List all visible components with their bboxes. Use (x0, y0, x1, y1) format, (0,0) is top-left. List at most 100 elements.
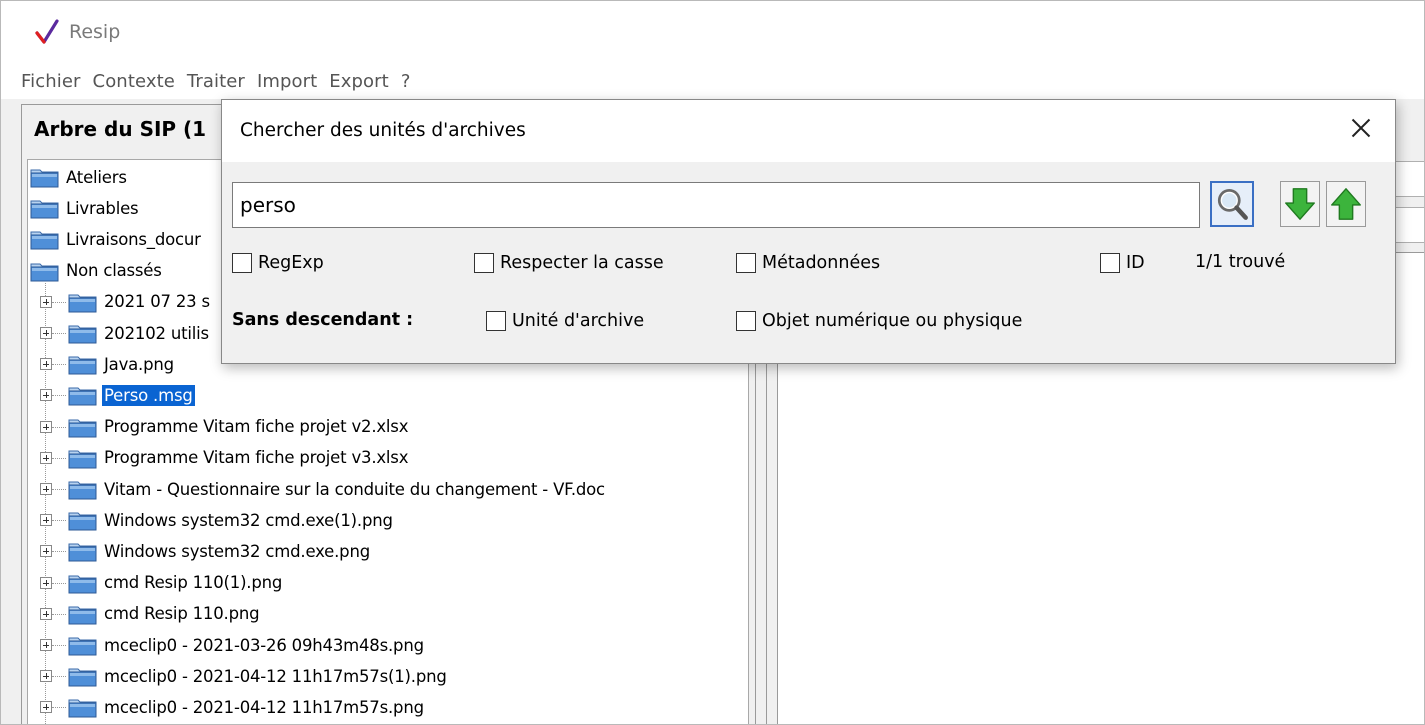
menu-bar: Fichier Contexte Traiter Import Export ? (1, 63, 1424, 99)
app-title: Resip (69, 21, 121, 43)
regexp-label: RegExp (258, 253, 324, 273)
metadata-checkbox[interactable]: Métadonnées (736, 250, 880, 276)
tree-guide-line (52, 457, 66, 459)
tree-item[interactable]: cmd Resip 110(1).png (40, 568, 284, 598)
folder-icon (68, 478, 98, 500)
folder-icon (68, 291, 98, 313)
tree-guide-line (52, 364, 66, 366)
no-descendant-object-checkbox[interactable]: Objet numérique ou physique (736, 308, 1022, 334)
tree-guide-line (52, 301, 66, 303)
tree-item-label: Windows system32 cmd.exe(1).png (104, 510, 393, 530)
folder-icon (68, 384, 98, 406)
tree-item[interactable]: Windows system32 cmd.exe.png (40, 536, 372, 566)
next-result-button[interactable] (1280, 181, 1320, 227)
id-checkbox[interactable]: ID (1100, 250, 1145, 276)
expand-icon[interactable] (40, 451, 52, 464)
folder-icon (30, 228, 60, 250)
checkbox-box[interactable] (474, 253, 494, 273)
tree-item[interactable]: Windows system32 cmd.exe(1).png (40, 505, 395, 535)
expand-icon[interactable] (40, 327, 52, 339)
tree-item-label: 2021 07 23 s (104, 292, 210, 312)
expand-icon[interactable] (40, 358, 52, 371)
app-window: Resip Fichier Contexte Traiter Import Ex… (0, 0, 1425, 725)
tree-item[interactable]: mceclip0 - 2021-03-26 09h43m48s.png (40, 630, 426, 660)
folder-icon (68, 447, 98, 469)
checkbox-box[interactable] (736, 253, 756, 273)
expand-icon[interactable] (40, 545, 52, 558)
tree-item[interactable]: Vitam - Questionnaire sur la conduite du… (40, 474, 607, 504)
tree-item-label: cmd Resip 110.png (104, 604, 260, 624)
expand-icon[interactable] (40, 514, 52, 527)
tree-item[interactable]: Perso .msg (40, 380, 195, 410)
folder-icon (68, 696, 98, 718)
expand-icon[interactable] (40, 701, 52, 714)
checkbox-box[interactable] (486, 311, 506, 331)
tree-item-label: Livrables (66, 198, 139, 218)
arrow-down-icon (1285, 188, 1315, 220)
no-descendant-unit-label: Unité d'archive (512, 311, 645, 331)
tree-item-label: Perso .msg (102, 384, 195, 406)
tree-guide-line (52, 333, 66, 334)
tree-item[interactable]: Livrables (30, 193, 140, 223)
tree-item[interactable]: Ateliers (30, 162, 129, 192)
tree-item[interactable]: Programme Vitam fiche projet v3.xlsx (40, 443, 410, 473)
tree-item[interactable]: mceclip0 - 2021-04-12 11h17m57s(1).png (40, 661, 449, 691)
folder-icon (68, 353, 98, 375)
menu-item-contexte[interactable]: Contexte (93, 71, 175, 92)
tree-item-label: mceclip0 - 2021-04-12 11h17m57s.png (104, 697, 424, 717)
menu-item-traiter[interactable]: Traiter (187, 71, 245, 92)
id-label: ID (1126, 253, 1145, 273)
tree-guide-line (52, 582, 66, 584)
tree-item[interactable]: Non classés (30, 256, 164, 286)
title-bar: Resip (1, 1, 1424, 63)
tree-item-label: Java.png (104, 354, 174, 374)
tree-guide-line (52, 426, 66, 428)
expand-icon[interactable] (40, 295, 52, 308)
tree-item-label: Ateliers (66, 167, 127, 187)
checkbox-box[interactable] (232, 253, 252, 273)
tree-item-label: Programme Vitam fiche projet v3.xlsx (104, 448, 409, 468)
dialog-title: Chercher des unités d'archives (240, 120, 526, 141)
regexp-checkbox[interactable]: RegExp (232, 250, 324, 276)
folder-icon (68, 509, 98, 531)
no-descendant-object-label: Objet numérique ou physique (762, 311, 1023, 331)
tree-item[interactable]: mceclip0 - 2021-04-12 11h17m57s.png (40, 692, 426, 722)
expand-icon[interactable] (40, 607, 52, 620)
close-icon[interactable] (1349, 116, 1373, 140)
magnifier-icon (1217, 189, 1248, 220)
tree-guide-line (52, 395, 66, 397)
folder-icon (68, 634, 98, 656)
tree-item[interactable]: 2021 07 23 s (40, 287, 212, 317)
expand-icon[interactable] (40, 420, 52, 433)
arrow-up-icon (1331, 188, 1361, 220)
folder-icon (68, 416, 98, 438)
search-button[interactable] (1210, 181, 1254, 227)
menu-item-export[interactable]: Export (329, 71, 389, 92)
tree-item[interactable]: 202102 utilis (40, 318, 211, 348)
tree-header: Arbre du SIP (1 (34, 117, 207, 141)
checkbox-box[interactable] (1100, 253, 1120, 273)
expand-icon[interactable] (40, 670, 52, 683)
expand-icon[interactable] (40, 389, 52, 402)
tree-guide-line (52, 489, 66, 490)
no-descendant-unit-checkbox[interactable]: Unité d'archive (486, 308, 644, 334)
menu-item-help[interactable]: ? (401, 71, 411, 92)
previous-result-button[interactable] (1326, 181, 1366, 227)
folder-icon (68, 572, 98, 594)
expand-icon[interactable] (40, 483, 52, 495)
menu-item-import[interactable]: Import (257, 71, 317, 92)
tree-guide-line (45, 282, 46, 724)
tree-item[interactable]: Livraisons_docur (30, 224, 203, 254)
tree-item[interactable]: Java.png (40, 349, 176, 379)
tree-item[interactable]: Programme Vitam fiche projet v2.xlsx (40, 412, 410, 442)
tree-item-label: 202102 utilis (104, 323, 209, 343)
expand-icon[interactable] (40, 576, 52, 589)
expand-icon[interactable] (40, 639, 52, 651)
checkbox-box[interactable] (736, 311, 756, 331)
tree-guide-line (52, 707, 66, 709)
menu-item-fichier[interactable]: Fichier (21, 71, 81, 92)
tree-item[interactable]: cmd Resip 110.png (40, 599, 261, 629)
dialog-titlebar: Chercher des unités d'archives (222, 100, 1395, 162)
search-input[interactable] (232, 182, 1200, 228)
match-case-checkbox[interactable]: Respecter la casse (474, 250, 664, 276)
